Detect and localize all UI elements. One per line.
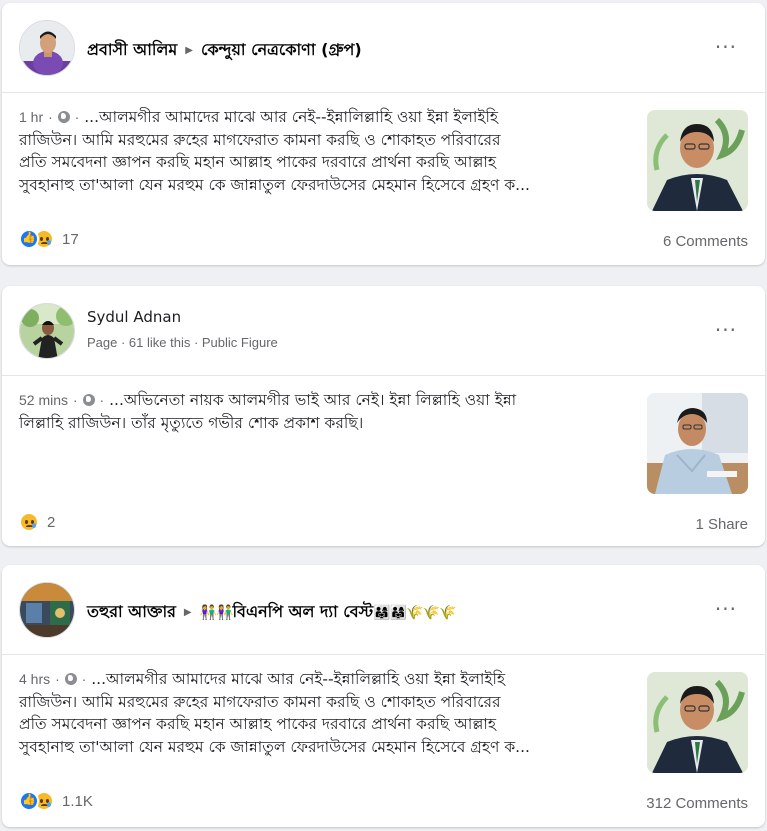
reactions-summary[interactable]: 2 [19, 512, 55, 532]
author-line: তহুরা আক্তার ▶ 👫👫 বিএনপি অল দ্যা বেস্ট 👨… [87, 599, 456, 626]
reaction-count: 1.1K [62, 792, 93, 810]
group-name[interactable]: বিএনপি অল দ্যা বেস্ট [232, 599, 373, 626]
post-text: 52 mins · · ...অভিনেতা নায়ক আলমগীর ভাই … [19, 389, 619, 434]
reactions-summary[interactable]: 1.1K [19, 791, 93, 811]
post-time[interactable]: 4 hrs [19, 671, 50, 687]
text-line: প্রতি সমবেদনা জ্ঞাপন করছি মহান আল্লাহ পা… [19, 715, 496, 733]
post-card: তহুরা আক্তার ▶ 👫👫 বিএনপি অল দ্যা বেস্ট 👨… [2, 565, 765, 827]
post-time[interactable]: 1 hr [19, 109, 43, 125]
post-footer: 2 1 Share [2, 502, 765, 546]
divider [2, 375, 765, 376]
text-line: লিল্লাহি রাজিউন। তাঁর মৃত্যুতে গভীর শোক … [19, 413, 364, 432]
like-reaction-icon [19, 229, 39, 249]
divider [2, 92, 765, 93]
reaction-count: 17 [62, 230, 79, 248]
post-card: Sydul Adnan Page · 61 like this · Public… [2, 286, 765, 546]
globe-icon [57, 111, 70, 123]
post-time[interactable]: 52 mins [19, 392, 68, 408]
post-thumbnail[interactable] [647, 110, 748, 211]
avatar[interactable] [19, 20, 75, 76]
post-header: Sydul Adnan Page · 61 like this · Public… [2, 286, 765, 376]
author-name[interactable]: তহুরা আক্তার [87, 599, 176, 626]
author-line: Sydul Adnan [87, 308, 181, 326]
post-thumbnail[interactable] [647, 393, 748, 494]
caret-right-icon: ▶ [185, 45, 193, 56]
caret-right-icon: ▶ [183, 607, 192, 618]
sad-reaction-icon [19, 512, 39, 532]
post-text: 4 hrs · · ...আলমগীর আমাদের মাঝে আর নেই--… [19, 668, 619, 758]
globe-icon [82, 394, 95, 406]
post-text: 1 hr · · ...আলমগীর আমাদের মাঝে আর নেই--ই… [19, 106, 619, 196]
meta-separator: · [81, 671, 87, 687]
text-line: ...আলমগীর আমাদের মাঝে আর নেই--ইন্নালিল্ল… [91, 670, 506, 688]
group-emoji-prefix: 👫👫 [199, 604, 234, 621]
divider [2, 654, 765, 655]
post-card: প্রবাসী আলিম ▶ কেন্দুয়া নেত্রকোণা (গ্রু… [2, 3, 765, 265]
text-line: প্রতি সমবেদনা জ্ঞাপন করছি মহান আল্লাহ পা… [19, 153, 496, 171]
meta-separator: · [74, 109, 80, 125]
author-name[interactable]: Sydul Adnan [87, 308, 181, 326]
post-thumbnail[interactable] [647, 672, 748, 773]
reactions-summary[interactable]: 17 [19, 229, 79, 249]
post-header: তহুরা আক্তার ▶ 👫👫 বিএনপি অল দ্যা বেস্ট 👨… [2, 565, 765, 655]
post-footer: 1.1K 312 Comments [2, 781, 765, 825]
text-line: রাজিউন। আমি মরহুমের রুহের মাগফেরাত কামনা… [19, 692, 501, 711]
post-footer: 17 6 Comments [2, 219, 765, 263]
globe-icon [64, 673, 77, 685]
shares-link[interactable]: 1 Share [695, 516, 748, 533]
more-options-icon[interactable]: ··· [715, 599, 737, 619]
text-line: রাজিউন। আমি মরহুমের রুহের মাগফেরাত কামনা… [19, 130, 501, 149]
meta-separator: · [48, 109, 53, 125]
text-line: সুবহানাহু তা'আলা যেন মরহুম কে জান্নাতুল … [19, 737, 530, 756]
meta-separator: · [72, 392, 78, 408]
comments-link[interactable]: 6 Comments [663, 233, 748, 250]
meta-separator: · [99, 392, 105, 408]
author-line: প্রবাসী আলিম ▶ কেন্দুয়া নেত্রকোণা (গ্রু… [87, 37, 362, 64]
comments-link[interactable]: 312 Comments [646, 795, 748, 812]
avatar[interactable] [19, 582, 75, 638]
author-name[interactable]: প্রবাসী আলিম [87, 37, 177, 64]
page-info: Page · 61 like this · Public Figure [87, 335, 278, 350]
meta-separator: · [55, 671, 60, 687]
group-name[interactable]: কেন্দুয়া নেত্রকোণা (গ্রুপ) [201, 37, 362, 64]
like-reaction-icon [19, 791, 39, 811]
avatar[interactable] [19, 303, 75, 359]
text-line: সুবহানাহু তা'আলা যেন মরহুম কে জান্নাতুল … [19, 175, 530, 194]
reaction-count: 2 [47, 513, 56, 531]
more-options-icon[interactable]: ··· [715, 37, 737, 57]
text-line: ...আলমগীর আমাদের মাঝে আর নেই--ইন্নালিল্ল… [84, 108, 499, 126]
group-emoji-suffix: 👨‍👩‍👧👨‍👩‍👧🌾🌾🌾 [373, 604, 456, 621]
text-line: ...অভিনেতা নায়ক আলমগীর ভাই আর নেই। ইন্ন… [109, 391, 517, 409]
post-header: প্রবাসী আলিম ▶ কেন্দুয়া নেত্রকোণা (গ্রু… [2, 3, 765, 93]
more-options-icon[interactable]: ··· [715, 320, 737, 340]
